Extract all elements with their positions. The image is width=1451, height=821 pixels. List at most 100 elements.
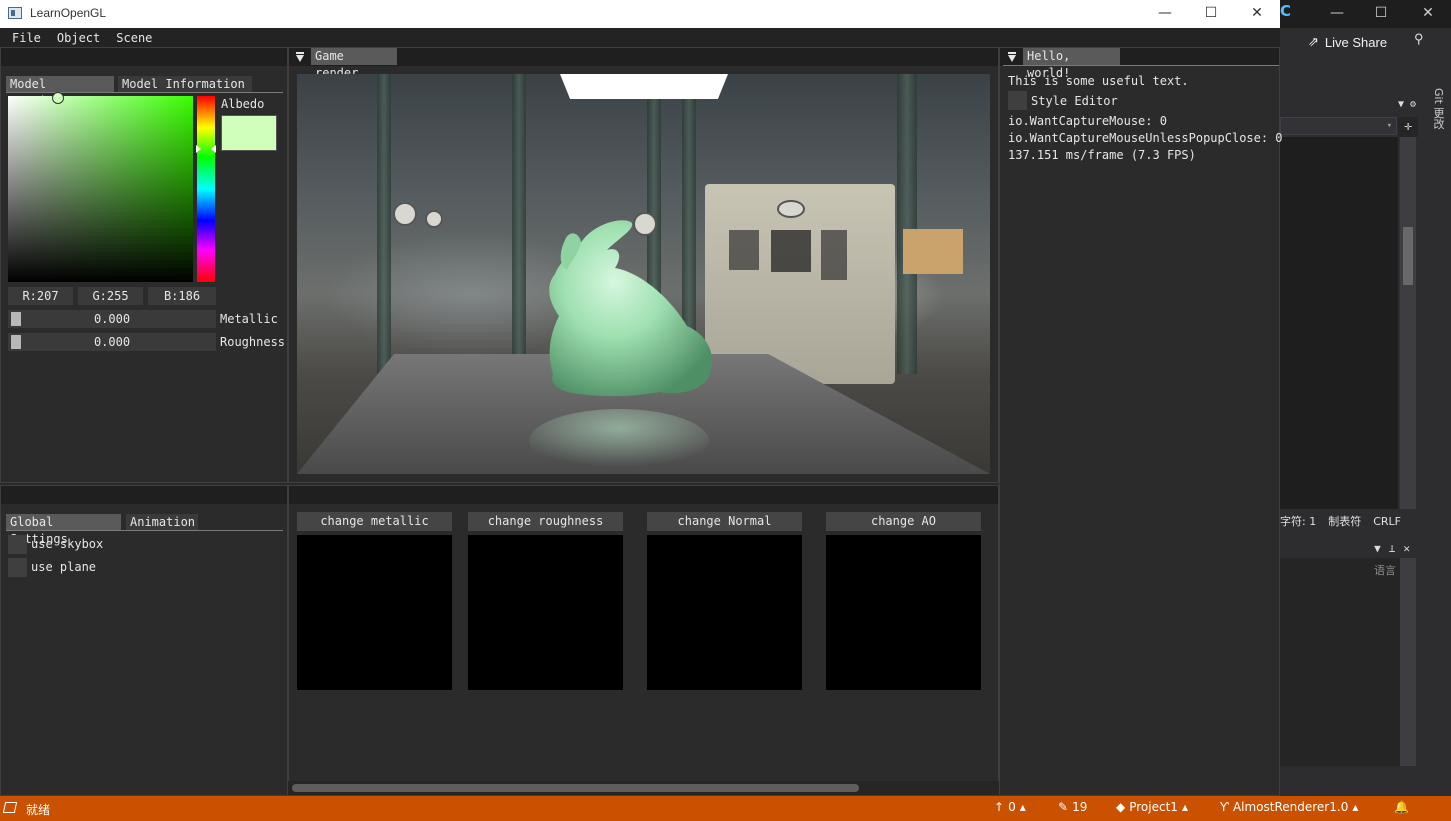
tab-hello-world[interactable]: Hello, world! (1023, 48, 1120, 80)
capture-popup-text: io.WantCaptureMouseUnlessPopupClose: 0 (1008, 131, 1283, 145)
push-status[interactable]: ↑ 0 ▴ (994, 800, 1026, 814)
change-ao-button[interactable]: change AO (826, 512, 981, 531)
edit-count: 19 (1072, 800, 1088, 814)
change-normal-button[interactable]: change Normal (647, 512, 802, 531)
branch-selector[interactable]: Ƴ AlmostRenderer1.0 ▴ (1220, 800, 1358, 814)
plane-checkbox[interactable] (8, 558, 27, 577)
panel-close-icon[interactable]: ✕ (1403, 542, 1410, 555)
vs-member-dropdown[interactable]: ▾ (1280, 117, 1397, 135)
project-selector[interactable]: ◆ Project1 ▴ (1116, 800, 1188, 814)
gear-icon[interactable]: ⚙ (1410, 99, 1416, 110)
stanford-bunny-model (529, 220, 713, 473)
status-bar: 就绪 ↑ 0 ▴ ✎ 19 ◆ Project1 ▴ Ƴ AlmostRende… (0, 796, 1451, 821)
menu-object[interactable]: Object (57, 31, 100, 45)
collapse-arrow-icon[interactable] (296, 52, 304, 62)
warning-sign (903, 229, 963, 274)
hue-marker-right (211, 145, 216, 153)
fps-text: 137.151 ms/frame (7.3 FPS) (1008, 148, 1196, 162)
panel-menu-icon[interactable]: ▼ (1374, 542, 1381, 555)
metallic-texture-preview (297, 535, 452, 690)
vs-panel-toolbar: ▼ ⚙ (1280, 95, 1420, 113)
push-count: 0 (1008, 800, 1016, 814)
saturation-value-picker[interactable] (8, 96, 193, 282)
vs-output-panel-header: ▼ ⊥ ✕ (1280, 538, 1410, 558)
menu-scene[interactable]: Scene (116, 31, 152, 45)
tab-model-settings[interactable]: Model Settings (6, 76, 114, 108)
picker-cursor[interactable] (52, 92, 64, 104)
style-editor-label: Style Editor (1031, 94, 1118, 108)
vs-maximize-icon[interactable]: ☐ (1366, 3, 1396, 23)
normal-texture-preview (647, 535, 802, 690)
change-metallic-button[interactable]: change metallic (297, 512, 452, 531)
live-share-button[interactable]: ⇗ Live Share (1308, 32, 1387, 52)
window-title: LearnOpenGL (30, 6, 107, 20)
tab-mode[interactable]: 制表符 (1328, 513, 1361, 529)
tab-model-information[interactable]: Model Information (118, 76, 252, 93)
useful-text: This is some useful text. (1008, 74, 1189, 88)
minimize-icon[interactable]: — (1142, 0, 1188, 28)
menu-file[interactable]: File (12, 31, 41, 45)
close-icon[interactable]: ✕ (1234, 0, 1280, 28)
metallic-label: Metallic (220, 312, 278, 326)
capture-mouse-text: io.WantCaptureMouse: 0 (1008, 114, 1167, 128)
style-editor-checkbox[interactable] (1008, 91, 1027, 110)
git-changes-tab[interactable]: Git 更改 (1424, 88, 1446, 148)
maximize-icon[interactable]: ☐ (1188, 0, 1234, 28)
tab-global-settings[interactable]: Global Settings (6, 514, 121, 546)
vs-close-icon[interactable]: ✕ (1413, 3, 1443, 23)
edit-status[interactable]: ✎ 19 (1058, 800, 1087, 814)
skybox-label: use skybox (31, 537, 104, 551)
pin-icon[interactable]: ⊥ (1389, 542, 1396, 555)
scroll-thumb[interactable] (292, 784, 859, 792)
vs-background-window: C — ☐ ✕ ⇗ Live Share ⚲ ▼ ⚙ Git 更改 ▾ ✛ 字符… (1280, 0, 1451, 796)
panel-title-bar (1, 48, 287, 66)
line-ending[interactable]: CRLF (1373, 515, 1401, 528)
title-bar: LearnOpenGL — ☐ ✕ (0, 0, 1280, 28)
char-position: 字符: 1 (1280, 515, 1317, 528)
hue-marker-left (196, 145, 201, 153)
vs-scroll-thumb[interactable] (1403, 227, 1413, 285)
albedo-swatch[interactable] (221, 115, 277, 151)
hue-slider[interactable] (197, 96, 215, 282)
vs-editor-status: 字符: 1 制表符 CRLF (1280, 511, 1451, 531)
language-label: 语言 (1374, 564, 1396, 577)
bell-icon: 🔔 (1394, 800, 1409, 814)
roughness-slider[interactable]: 0.000 (8, 333, 216, 351)
blue-input[interactable]: B:186 (148, 287, 216, 305)
bunny-reflection (529, 409, 709, 473)
live-share-label: Live Share (1324, 34, 1388, 50)
learnopengl-window: LearnOpenGL — ☐ ✕ File Object Scene Mode… (0, 0, 1283, 796)
skybox-checkbox[interactable] (8, 535, 27, 554)
arrow-up-icon: ↑ (994, 800, 1005, 814)
notifications-button[interactable]: 🔔 (1394, 800, 1409, 814)
vs-panel-scrollbar[interactable] (1400, 558, 1416, 766)
metallic-slider[interactable]: 0.000 (8, 310, 216, 328)
split-editor-icon[interactable]: ✛ (1398, 117, 1418, 137)
render-viewport[interactable] (297, 74, 990, 474)
scene-pillar (377, 74, 391, 374)
caret-up-icon: ▴ (1019, 800, 1026, 814)
tab-divider (1003, 65, 1279, 66)
caret-up-icon: ▴ (1181, 800, 1188, 814)
vs-vertical-scrollbar[interactable] (1400, 137, 1416, 509)
change-roughness-button[interactable]: change roughness (468, 512, 623, 531)
tab-animation[interactable]: Animation (126, 514, 198, 531)
share-icon: ⇗ (1308, 34, 1319, 49)
vs-logo-icon: C (1280, 2, 1292, 20)
vs-output-panel: 语言 (1280, 558, 1416, 766)
panel-display (729, 230, 759, 270)
horizontal-scrollbar[interactable] (288, 781, 999, 795)
pressure-gauge (425, 210, 443, 228)
panel-title-bar (1, 486, 287, 504)
green-input[interactable]: G:255 (78, 287, 143, 305)
dropdown-arrow-icon[interactable]: ▼ (1398, 99, 1404, 110)
repo-icon: ◆ (1116, 800, 1126, 814)
roughness-texture-preview (468, 535, 623, 690)
collapse-arrow-icon[interactable] (1008, 52, 1016, 62)
vs-editor-area[interactable] (1280, 137, 1398, 509)
tab-divider (6, 530, 283, 531)
vs-minimize-icon[interactable]: — (1322, 3, 1352, 23)
feedback-icon[interactable]: ⚲ (1414, 32, 1424, 47)
tab-game-render[interactable]: Game render (311, 48, 397, 80)
red-input[interactable]: R:207 (8, 287, 73, 305)
